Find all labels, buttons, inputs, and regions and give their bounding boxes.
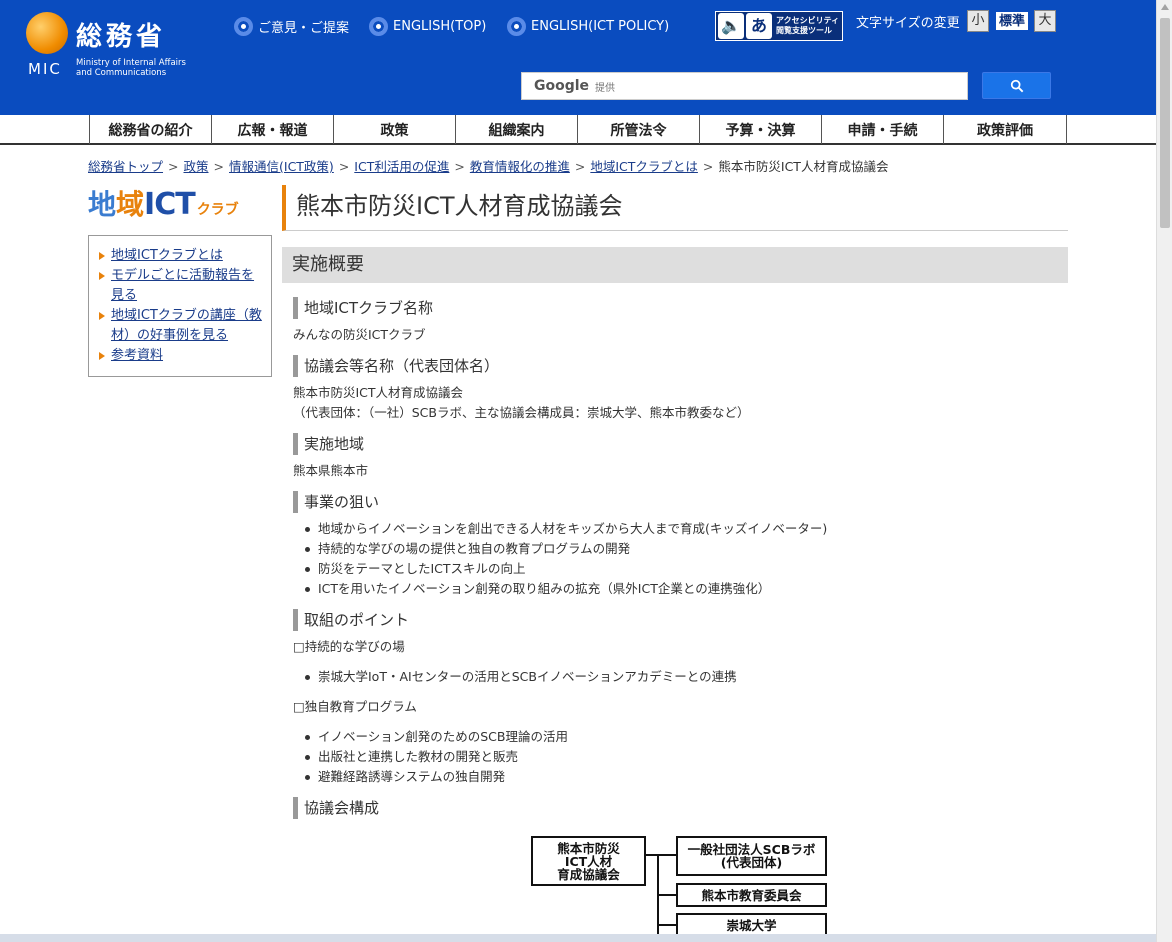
list-item: 崇城大学IoT・AIセンターの活用とSCBイノベーションアカデミーとの連携 (305, 667, 737, 687)
link-english-ict-policy[interactable]: ENGLISH(ICT POLICY) (507, 17, 669, 36)
font-size-standard-button[interactable]: 標準 (994, 10, 1030, 32)
point2-title: □独自教育プログラム (293, 699, 417, 714)
org-root-line-2: ICT人材 (564, 853, 613, 869)
search-input[interactable]: Google 提供 (521, 72, 968, 100)
sidebar-item-good-practices[interactable]: 地域ICTクラブの講座（教材）の好事例を見る (97, 306, 263, 346)
nav-item-applications[interactable]: 申請・手続 (821, 115, 943, 144)
vertical-scrollbar[interactable] (1156, 0, 1172, 942)
logo-english-line-2: and Communications (76, 68, 167, 78)
heading-points: 取組のポイント (293, 609, 409, 631)
mic-logo[interactable]: 総務省 MIC Ministry of Internal Affairs and… (26, 12, 216, 82)
accessibility-label-line-2: 閲覧支援ツール (776, 26, 832, 35)
logo-english-name: Ministry of Internal Affairs and Communi… (76, 58, 186, 78)
font-size-label: 文字サイズの変更 (856, 16, 960, 31)
font-size-small-button[interactable]: 小 (967, 10, 989, 32)
sidebar-link-references[interactable]: 参考資料 (111, 348, 163, 363)
council-name-value: 熊本市防災ICT人材育成協議会 (293, 385, 464, 400)
list-item: 避難経路誘導システムの独自開発 (304, 767, 505, 787)
global-nav: 総務省の紹介 広報・報道 政策 組織案内 所管法令 予算・決算 申請・手続 政策… (0, 115, 1156, 145)
logo-english-line-1: Ministry of Internal Affairs (76, 58, 186, 68)
sidebar-link-about-club[interactable]: 地域ICTクラブとは (111, 248, 223, 263)
org-root-box: 熊本市防災 ICT人材 育成協議会 (531, 836, 646, 886)
org-connector (657, 924, 677, 926)
radio-bullet-icon (507, 17, 526, 36)
club-logo-ict: ICT (144, 187, 196, 222)
scrollbar-thumb[interactable] (1160, 18, 1170, 228)
link-english-top[interactable]: ENGLISH(TOP) (369, 17, 486, 36)
heading-club-name: 地域ICTクラブ名称 (293, 297, 433, 319)
radio-bullet-icon (369, 17, 388, 36)
heading-aim: 事業の狙い (293, 491, 379, 513)
search-brand: Google (534, 78, 590, 94)
heading-region: 実施地域 (293, 433, 364, 455)
link-feedback[interactable]: ご意見・ご提案 (234, 17, 349, 36)
font-size-large-button[interactable]: 大 (1034, 10, 1056, 32)
hiragana-a-icon: あ (746, 13, 772, 39)
org-connector (657, 894, 677, 896)
accessibility-tool-button[interactable]: 🔈 あ アクセシビリティ 閲覧支援ツール (715, 11, 843, 41)
org-member-board-of-education: 熊本市教育委員会 (676, 883, 827, 907)
list-item: ICTを用いたイノベーション創発の取り組みの拡充（県外ICT企業との連携強化） (304, 579, 770, 599)
breadcrumb-link-top[interactable]: 総務省トップ (88, 159, 163, 174)
sidebar-item-about-club[interactable]: 地域ICTクラブとは (97, 246, 263, 266)
link-feedback-label: ご意見・ご提案 (258, 21, 350, 36)
club-name-value: みんなの防災ICTクラブ (293, 327, 426, 342)
breadcrumb-link-ict-utilization[interactable]: ICT利活用の促進 (354, 159, 449, 174)
bottom-strip (0, 934, 1156, 942)
council-detail-value: （代表団体：（一社）SCBラボ、主な協議会構成員：崇城大学、熊本市教委など） (293, 405, 750, 420)
page-title: 熊本市防災ICT人材育成協議会 (282, 185, 1068, 231)
sidebar-item-references[interactable]: 参考資料 (97, 346, 263, 366)
site-header: 総務省 MIC Ministry of Internal Affairs and… (0, 0, 1156, 115)
sidebar-nav: 地域ICTクラブとは モデルごとに活動報告を見る 地域ICTクラブの講座（教材）… (88, 235, 272, 377)
org-member-scb-lab: 一般社団法人SCBラボ (代表団体) (676, 836, 827, 876)
org-member-scb-lab-line-2: (代表団体) (720, 855, 783, 870)
sidebar-link-reports[interactable]: モデルごとに活動報告を見る (111, 268, 254, 303)
org-root-line-3: 育成協議会 (557, 866, 620, 882)
breadcrumb-link-education[interactable]: 教育情報化の推進 (470, 159, 570, 174)
sidebar-item-reports[interactable]: モデルごとに活動報告を見る (97, 266, 263, 306)
nav-item-about[interactable]: 総務省の紹介 (89, 115, 211, 144)
sidebar-link-good-practices[interactable]: 地域ICTクラブの講座（教材）の好事例を見る (111, 308, 262, 343)
search-icon (1010, 79, 1023, 92)
list-item: 出版社と連携した教材の開発と販売 (304, 747, 518, 767)
accessibility-label: アクセシビリティ 閲覧支援ツール (776, 16, 839, 36)
club-logo-club: クラブ (196, 202, 239, 218)
nav-item-press[interactable]: 広報・報道 (211, 115, 333, 144)
radio-bullet-icon (234, 17, 253, 36)
list-item: イノベーション創発のためのSCB理論の活用 (305, 727, 568, 747)
org-connector (646, 854, 677, 856)
breadcrumb-link-ict-club[interactable]: 地域ICTクラブとは (590, 159, 698, 174)
club-logo-char-1: 地 (88, 188, 117, 221)
nav-item-laws[interactable]: 所管法令 (577, 115, 699, 144)
accessibility-label-line-1: アクセシビリティ (776, 16, 840, 25)
nav-item-policy[interactable]: 政策 (333, 115, 455, 144)
speaker-icon: 🔈 (718, 13, 744, 39)
scroll-up-arrow-icon[interactable] (1161, 4, 1169, 10)
list-item: 持続的な学びの場の提供と独自の教育プログラムの開発 (304, 539, 630, 559)
nav-item-evaluation[interactable]: 政策評価 (943, 115, 1067, 144)
breadcrumb-link-policy[interactable]: 政策 (184, 159, 209, 174)
nav-item-budget[interactable]: 予算・決算 (699, 115, 821, 144)
club-logo-char-2: 域 (116, 188, 145, 221)
logo-japanese-name: 総務省 (76, 22, 167, 52)
search-provided-label: 提供 (595, 82, 616, 94)
section-heading-overview: 実施概要 (282, 247, 1068, 283)
list-item: 防災をテーマとしたICTスキルの向上 (305, 559, 526, 579)
list-item: 地域からイノベーションを創出できる人材をキッズから大人まで育成(キッズイノベータ… (304, 519, 827, 539)
breadcrumb-link-ict-policy[interactable]: 情報通信(ICT政策) (229, 159, 334, 174)
logo-mic-text: MIC (28, 60, 62, 78)
breadcrumb-current: 熊本市防災ICT人材育成協議会 (718, 159, 889, 174)
regional-ict-club-logo[interactable]: 地 域 ICT クラブ (88, 183, 273, 222)
nav-item-organization[interactable]: 組織案内 (455, 115, 577, 144)
heading-council-name: 協議会等名称（代表団体名） (293, 355, 499, 377)
heading-structure: 協議会構成 (293, 797, 379, 819)
point1-title: □持続的な学びの場 (293, 639, 405, 654)
mic-logo-emblem (26, 12, 68, 54)
search-button[interactable] (982, 72, 1051, 99)
link-english-top-label: ENGLISH(TOP) (393, 19, 487, 34)
org-root-line-1: 熊本市防災 (557, 840, 620, 856)
breadcrumb: 総務省トップ > 政策 > 情報通信(ICT政策) > ICT利活用の促進 > 教育情報化の推進… (88, 159, 889, 174)
region-value: 熊本県熊本市 (293, 463, 369, 478)
link-english-ict-policy-label: ENGLISH(ICT POLICY) (531, 19, 670, 34)
